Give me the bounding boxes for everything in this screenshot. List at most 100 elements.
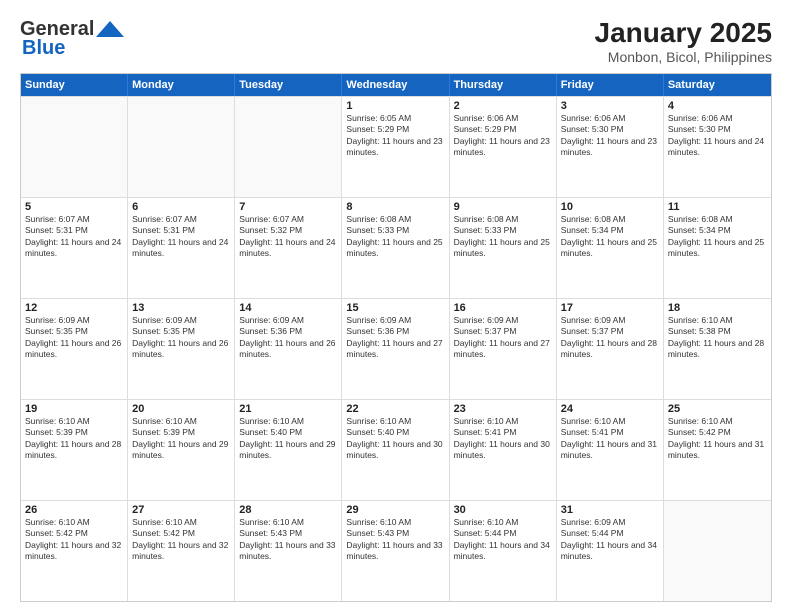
calendar-body: 1Sunrise: 6:05 AM Sunset: 5:29 PM Daylig… (21, 96, 771, 601)
day-number: 4 (668, 100, 767, 112)
day-number: 14 (239, 302, 337, 314)
day-cell-2: 2Sunrise: 6:06 AM Sunset: 5:29 PM Daylig… (450, 97, 557, 197)
day-number: 5 (25, 201, 123, 213)
day-number: 21 (239, 403, 337, 415)
empty-cell (235, 97, 342, 197)
day-info: Sunrise: 6:08 AM Sunset: 5:34 PM Dayligh… (668, 214, 767, 260)
day-cell-19: 19Sunrise: 6:10 AM Sunset: 5:39 PM Dayli… (21, 400, 128, 500)
day-cell-18: 18Sunrise: 6:10 AM Sunset: 5:38 PM Dayli… (664, 299, 771, 399)
day-info: Sunrise: 6:10 AM Sunset: 5:39 PM Dayligh… (25, 416, 123, 462)
day-cell-4: 4Sunrise: 6:06 AM Sunset: 5:30 PM Daylig… (664, 97, 771, 197)
day-number: 18 (668, 302, 767, 314)
day-info: Sunrise: 6:07 AM Sunset: 5:32 PM Dayligh… (239, 214, 337, 260)
day-cell-15: 15Sunrise: 6:09 AM Sunset: 5:36 PM Dayli… (342, 299, 449, 399)
day-number: 29 (346, 504, 444, 516)
title-block: January 2025 Monbon, Bicol, Philippines (595, 18, 772, 65)
day-number: 17 (561, 302, 659, 314)
day-cell-3: 3Sunrise: 6:06 AM Sunset: 5:30 PM Daylig… (557, 97, 664, 197)
day-info: Sunrise: 6:07 AM Sunset: 5:31 PM Dayligh… (132, 214, 230, 260)
logo: General Blue (20, 18, 126, 60)
day-cell-12: 12Sunrise: 6:09 AM Sunset: 5:35 PM Dayli… (21, 299, 128, 399)
day-info: Sunrise: 6:10 AM Sunset: 5:43 PM Dayligh… (346, 517, 444, 563)
calendar: SundayMondayTuesdayWednesdayThursdayFrid… (20, 73, 772, 602)
day-number: 15 (346, 302, 444, 314)
day-info: Sunrise: 6:10 AM Sunset: 5:41 PM Dayligh… (561, 416, 659, 462)
day-cell-1: 1Sunrise: 6:05 AM Sunset: 5:29 PM Daylig… (342, 97, 449, 197)
day-cell-9: 9Sunrise: 6:08 AM Sunset: 5:33 PM Daylig… (450, 198, 557, 298)
day-cell-5: 5Sunrise: 6:07 AM Sunset: 5:31 PM Daylig… (21, 198, 128, 298)
day-info: Sunrise: 6:10 AM Sunset: 5:42 PM Dayligh… (668, 416, 767, 462)
day-cell-28: 28Sunrise: 6:10 AM Sunset: 5:43 PM Dayli… (235, 501, 342, 601)
day-info: Sunrise: 6:10 AM Sunset: 5:39 PM Dayligh… (132, 416, 230, 462)
logo-icon (94, 19, 126, 41)
calendar-header: SundayMondayTuesdayWednesdayThursdayFrid… (21, 74, 771, 96)
day-info: Sunrise: 6:08 AM Sunset: 5:33 PM Dayligh… (346, 214, 444, 260)
day-number: 11 (668, 201, 767, 213)
day-info: Sunrise: 6:09 AM Sunset: 5:44 PM Dayligh… (561, 517, 659, 563)
day-info: Sunrise: 6:09 AM Sunset: 5:37 PM Dayligh… (561, 315, 659, 361)
header-cell-friday: Friday (557, 74, 664, 96)
day-cell-20: 20Sunrise: 6:10 AM Sunset: 5:39 PM Dayli… (128, 400, 235, 500)
day-cell-21: 21Sunrise: 6:10 AM Sunset: 5:40 PM Dayli… (235, 400, 342, 500)
day-number: 8 (346, 201, 444, 213)
day-cell-22: 22Sunrise: 6:10 AM Sunset: 5:40 PM Dayli… (342, 400, 449, 500)
day-cell-26: 26Sunrise: 6:10 AM Sunset: 5:42 PM Dayli… (21, 501, 128, 601)
day-cell-27: 27Sunrise: 6:10 AM Sunset: 5:42 PM Dayli… (128, 501, 235, 601)
day-number: 25 (668, 403, 767, 415)
day-number: 7 (239, 201, 337, 213)
day-info: Sunrise: 6:10 AM Sunset: 5:40 PM Dayligh… (239, 416, 337, 462)
week-row-1: 1Sunrise: 6:05 AM Sunset: 5:29 PM Daylig… (21, 96, 771, 197)
day-info: Sunrise: 6:10 AM Sunset: 5:40 PM Dayligh… (346, 416, 444, 462)
day-info: Sunrise: 6:10 AM Sunset: 5:38 PM Dayligh… (668, 315, 767, 361)
day-cell-11: 11Sunrise: 6:08 AM Sunset: 5:34 PM Dayli… (664, 198, 771, 298)
day-cell-8: 8Sunrise: 6:08 AM Sunset: 5:33 PM Daylig… (342, 198, 449, 298)
day-number: 3 (561, 100, 659, 112)
day-info: Sunrise: 6:10 AM Sunset: 5:42 PM Dayligh… (25, 517, 123, 563)
day-cell-29: 29Sunrise: 6:10 AM Sunset: 5:43 PM Dayli… (342, 501, 449, 601)
calendar-subtitle: Monbon, Bicol, Philippines (595, 49, 772, 65)
day-cell-14: 14Sunrise: 6:09 AM Sunset: 5:36 PM Dayli… (235, 299, 342, 399)
day-number: 24 (561, 403, 659, 415)
day-info: Sunrise: 6:10 AM Sunset: 5:43 PM Dayligh… (239, 517, 337, 563)
day-number: 6 (132, 201, 230, 213)
header-cell-thursday: Thursday (450, 74, 557, 96)
day-info: Sunrise: 6:07 AM Sunset: 5:31 PM Dayligh… (25, 214, 123, 260)
day-number: 30 (454, 504, 552, 516)
day-number: 26 (25, 504, 123, 516)
day-number: 28 (239, 504, 337, 516)
logo-blue: Blue (22, 37, 65, 60)
day-number: 1 (346, 100, 444, 112)
day-number: 16 (454, 302, 552, 314)
day-number: 10 (561, 201, 659, 213)
header-cell-wednesday: Wednesday (342, 74, 449, 96)
day-cell-7: 7Sunrise: 6:07 AM Sunset: 5:32 PM Daylig… (235, 198, 342, 298)
week-row-5: 26Sunrise: 6:10 AM Sunset: 5:42 PM Dayli… (21, 500, 771, 601)
header-cell-monday: Monday (128, 74, 235, 96)
day-info: Sunrise: 6:09 AM Sunset: 5:35 PM Dayligh… (132, 315, 230, 361)
day-number: 9 (454, 201, 552, 213)
header-cell-sunday: Sunday (21, 74, 128, 96)
calendar-title: January 2025 (595, 18, 772, 49)
day-info: Sunrise: 6:08 AM Sunset: 5:33 PM Dayligh… (454, 214, 552, 260)
day-cell-13: 13Sunrise: 6:09 AM Sunset: 5:35 PM Dayli… (128, 299, 235, 399)
day-cell-17: 17Sunrise: 6:09 AM Sunset: 5:37 PM Dayli… (557, 299, 664, 399)
day-info: Sunrise: 6:09 AM Sunset: 5:36 PM Dayligh… (346, 315, 444, 361)
page: General Blue January 2025 Monbon, Bicol,… (0, 0, 792, 612)
day-number: 2 (454, 100, 552, 112)
empty-cell (21, 97, 128, 197)
header: General Blue January 2025 Monbon, Bicol,… (20, 18, 772, 65)
day-cell-6: 6Sunrise: 6:07 AM Sunset: 5:31 PM Daylig… (128, 198, 235, 298)
day-info: Sunrise: 6:09 AM Sunset: 5:37 PM Dayligh… (454, 315, 552, 361)
day-info: Sunrise: 6:09 AM Sunset: 5:36 PM Dayligh… (239, 315, 337, 361)
day-info: Sunrise: 6:09 AM Sunset: 5:35 PM Dayligh… (25, 315, 123, 361)
day-info: Sunrise: 6:06 AM Sunset: 5:30 PM Dayligh… (561, 113, 659, 159)
week-row-2: 5Sunrise: 6:07 AM Sunset: 5:31 PM Daylig… (21, 197, 771, 298)
day-number: 19 (25, 403, 123, 415)
week-row-3: 12Sunrise: 6:09 AM Sunset: 5:35 PM Dayli… (21, 298, 771, 399)
day-cell-23: 23Sunrise: 6:10 AM Sunset: 5:41 PM Dayli… (450, 400, 557, 500)
day-info: Sunrise: 6:05 AM Sunset: 5:29 PM Dayligh… (346, 113, 444, 159)
day-number: 22 (346, 403, 444, 415)
header-cell-tuesday: Tuesday (235, 74, 342, 96)
day-number: 13 (132, 302, 230, 314)
week-row-4: 19Sunrise: 6:10 AM Sunset: 5:39 PM Dayli… (21, 399, 771, 500)
